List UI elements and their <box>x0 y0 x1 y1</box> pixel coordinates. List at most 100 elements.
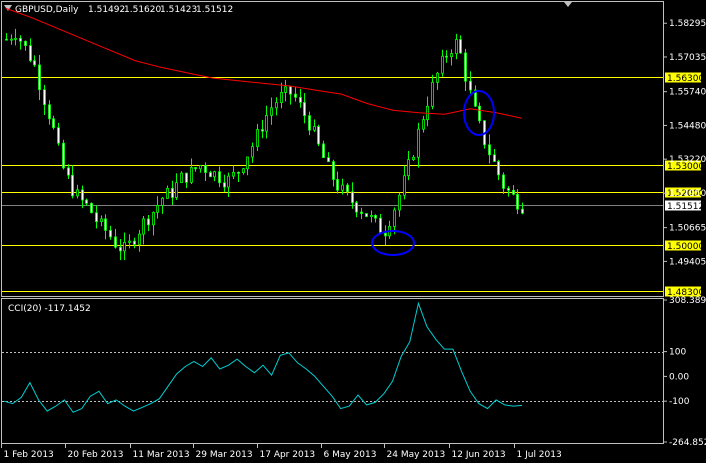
candle-body <box>459 39 462 54</box>
candle-body <box>284 86 287 93</box>
time-tick-label: 1 Jul 2013 <box>517 450 562 460</box>
price-tick-label: 1.49405 <box>669 257 706 267</box>
candle-body <box>33 60 36 66</box>
candle-body <box>469 80 472 91</box>
time-tick-label: 24 May 2013 <box>387 450 446 460</box>
price-tick-label: 1.57035 <box>669 53 706 63</box>
candle-body <box>19 37 22 42</box>
candle-body <box>445 55 448 58</box>
candle-body <box>379 217 382 234</box>
time-axis: 1 Feb 2013 20 Feb 2013 11 Mar 2013 29 Mar 2… <box>1 443 562 460</box>
candle-body <box>403 175 406 196</box>
level-label: 1.50000 <box>667 242 704 252</box>
time-tick-label: 1 Feb 2013 <box>4 450 54 460</box>
candle-body <box>67 167 70 176</box>
candle-body <box>393 209 396 227</box>
candle-body <box>493 154 496 162</box>
candle-body <box>303 102 306 117</box>
ellipse-annotation-low <box>371 230 415 256</box>
candle-body <box>294 93 297 98</box>
cci-tick-label: 100 <box>669 348 686 358</box>
candle-body <box>270 107 273 116</box>
candle-body <box>152 211 155 226</box>
candle-body <box>218 171 221 184</box>
candle-body <box>166 187 169 199</box>
candle-body <box>185 172 188 183</box>
candle-body <box>398 194 401 211</box>
candle-body <box>455 39 458 54</box>
candle-body <box>450 53 453 58</box>
annotations <box>371 90 495 256</box>
price-tick-label: 1.55740 <box>669 88 706 98</box>
candle-body <box>119 246 122 252</box>
candle-body <box>175 182 178 198</box>
candle-body <box>180 172 183 184</box>
cci-tick-label: 308.3895 <box>669 296 706 306</box>
candle-body <box>52 118 55 129</box>
candle-body <box>412 156 415 161</box>
candle-body <box>299 96 302 103</box>
candle-body <box>71 174 74 197</box>
cci-header: CCI(20) -117.1452 <box>8 304 91 314</box>
candle-body <box>232 171 235 177</box>
candle-body <box>76 189 79 197</box>
price-tick-label: 1.54480 <box>669 121 706 131</box>
cci-polyline <box>3 301 523 413</box>
candle-body <box>407 159 410 177</box>
price-tick-label: 1.53220 <box>669 155 706 165</box>
candle-body <box>360 211 363 214</box>
candle-body <box>100 218 103 222</box>
cci-tick-label: -100 <box>669 397 690 407</box>
candle-body <box>199 165 202 170</box>
candle-body <box>62 142 65 169</box>
candle-body <box>242 168 245 173</box>
candle-body <box>38 64 41 91</box>
candle-body <box>142 218 145 235</box>
candle-body <box>95 212 98 222</box>
time-tick-label: 17 Apr 2013 <box>260 450 316 460</box>
candle-body <box>488 144 491 156</box>
time-tick-label: 6 May 2013 <box>324 450 377 460</box>
level-label: 1.56300 <box>667 74 704 84</box>
candle-body <box>308 115 311 131</box>
candle-body <box>5 38 8 41</box>
candle-body <box>81 189 84 201</box>
candle-body <box>138 233 141 245</box>
moving-average <box>5 7 523 119</box>
candle-body <box>322 143 325 158</box>
candle-body <box>327 157 330 163</box>
candle-body <box>516 193 519 210</box>
candle-body <box>346 184 349 193</box>
candle-body <box>114 236 117 248</box>
level-lines <box>2 77 663 292</box>
candle-body <box>209 172 212 178</box>
candle-body <box>280 92 283 103</box>
price-tick-label: 1.58295 <box>669 19 706 29</box>
candle-body <box>497 161 500 176</box>
candle-body <box>365 213 368 217</box>
candle-body <box>123 242 126 252</box>
candle-body <box>261 129 264 132</box>
candle-body <box>332 161 335 180</box>
current-price-label: 1.51512 <box>667 202 704 212</box>
candle-body <box>48 104 51 120</box>
time-tick-label: 29 Mar 2013 <box>196 450 253 460</box>
candle-body <box>156 205 159 213</box>
candle-body <box>171 187 174 198</box>
candle-body <box>227 175 230 188</box>
candle-body <box>161 197 164 206</box>
candle-body <box>313 126 316 131</box>
candle-body <box>355 202 358 213</box>
candle-body <box>422 119 425 130</box>
price-header-high: 1.51620 <box>124 5 161 15</box>
candle-body <box>289 86 292 95</box>
price-axis: 1.563001.530001.520001.500001.483001.582… <box>663 19 706 298</box>
triangle-down-icon[interactable] <box>564 2 572 7</box>
candle-body <box>109 230 112 238</box>
cci-tick-label: -264.8526 <box>669 438 706 448</box>
price-header-low: 1.51423 <box>160 5 197 15</box>
ma-line <box>5 7 523 119</box>
time-tick-label: 20 Feb 2013 <box>68 450 124 460</box>
cci-axis: 308.3895 100 0.00 -100 -264.8526 <box>663 296 706 448</box>
price-header-symbol: GBPUSD,Daily <box>15 5 79 15</box>
